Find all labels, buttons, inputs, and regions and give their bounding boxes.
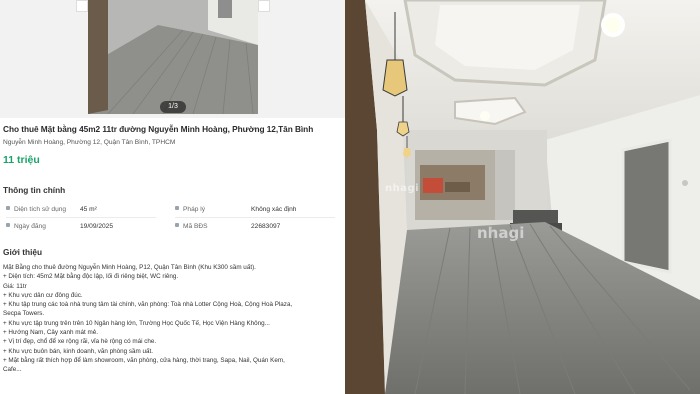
divider bbox=[6, 217, 156, 218]
date-label: Ngày đăng bbox=[14, 223, 46, 230]
info-code: Mã BĐS 22683097 bbox=[175, 223, 335, 230]
intro-line: Mặt Bằng cho thuê đường Nguyễn Minh Hoàn… bbox=[3, 264, 256, 271]
gallery-photo[interactable] bbox=[88, 0, 258, 114]
square-bullet-icon bbox=[6, 206, 10, 210]
square-bullet-icon bbox=[6, 223, 10, 227]
intro-line: Secpa Towers. bbox=[3, 310, 45, 318]
listing-title: Cho thuê Mặt bằng 45m2 11tr đường Nguyễn… bbox=[3, 124, 314, 134]
intro-line: + Hướng Nam, Cây xanh mát mẻ. bbox=[3, 329, 98, 337]
info-area: Diện tích sử dụng 45 m² bbox=[6, 206, 166, 213]
main-info-heading: Thông tin chính bbox=[3, 185, 66, 195]
intro-line: Giá: 11tr bbox=[3, 282, 27, 290]
legal-label: Pháp lý bbox=[183, 206, 205, 213]
code-value: 22683097 bbox=[251, 223, 281, 230]
legal-value: Không xác định bbox=[251, 206, 297, 213]
chevron-right-icon[interactable] bbox=[258, 0, 270, 12]
listing-address: Nguyễn Minh Hoàng, Phường 12, Quận Tân B… bbox=[3, 139, 176, 146]
area-value: 45 m² bbox=[80, 206, 97, 213]
chevron-left-icon[interactable] bbox=[76, 0, 88, 12]
intro-line: Cafe... bbox=[3, 366, 22, 374]
watermark: nhagi bbox=[385, 183, 420, 194]
info-date: Ngày đăng 19/09/2025 bbox=[6, 223, 166, 230]
area-label: Diện tích sử dụng bbox=[14, 206, 67, 213]
interior-photo[interactable]: nhagi nhagi bbox=[345, 0, 700, 394]
square-bullet-icon bbox=[175, 206, 179, 210]
image-gallery[interactable]: 1/3 bbox=[0, 0, 345, 118]
code-label: Mã BĐS bbox=[183, 223, 208, 230]
info-legal: Pháp lý Không xác định bbox=[175, 206, 335, 213]
intro-line: + Vị trí đẹp, chổ để xe rộng rãi, vỉa hè… bbox=[3, 338, 157, 346]
shop-interior-image bbox=[345, 0, 700, 394]
gallery-counter: 1/3 bbox=[160, 101, 186, 113]
intro-line: + Khu vực buôn bán, kinh doanh, văn phòn… bbox=[3, 347, 154, 355]
intro-text: Mặt Bằng cho thuê đường Nguyễn Minh Hoàn… bbox=[3, 263, 343, 375]
date-value: 19/09/2025 bbox=[80, 223, 114, 230]
listing-price: 11 triệu bbox=[3, 154, 40, 166]
square-bullet-icon bbox=[175, 223, 179, 227]
room-thumbnail-image bbox=[88, 0, 258, 114]
intro-line: + Khu tập trung các toà nhà trung tâm tà… bbox=[3, 301, 293, 309]
watermark: nhagi bbox=[477, 224, 525, 242]
intro-heading: Giới thiệu bbox=[3, 247, 43, 257]
divider bbox=[175, 217, 335, 218]
intro-line: + Khu vực tập trung trên trên 10 Ngân hà… bbox=[3, 319, 270, 327]
intro-line: + Mặt bằng rất thích hợp để làm showroom… bbox=[3, 356, 285, 364]
intro-line: + Diện tích: 45m2 Mặt bằng độc lập, lối … bbox=[3, 273, 179, 281]
intro-line: + Khu vực dân cư đông đúc. bbox=[3, 291, 83, 299]
listing-panel: 1/3 Cho thuê Mặt bằng 45m2 11tr đường Ng… bbox=[0, 0, 345, 394]
